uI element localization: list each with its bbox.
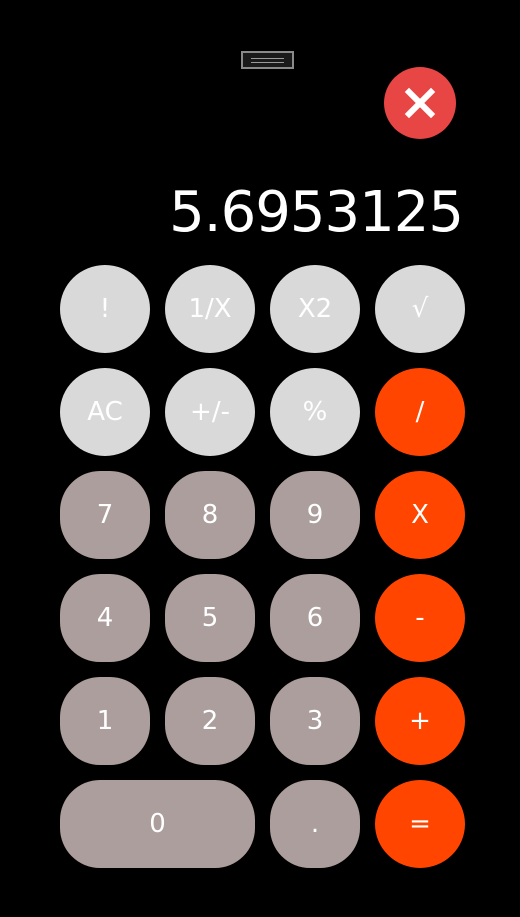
divide-button[interactable]: / (375, 368, 465, 456)
digit-3-button[interactable]: 3 (270, 677, 360, 765)
digit-6-button[interactable]: 6 (270, 574, 360, 662)
digit-5-button[interactable]: 5 (165, 574, 255, 662)
digit-0-button[interactable]: 0 (60, 780, 255, 868)
digit-9-button[interactable]: 9 (270, 471, 360, 559)
close-icon (404, 87, 436, 119)
digit-1-button[interactable]: 1 (60, 677, 150, 765)
equals-button[interactable]: = (375, 780, 465, 868)
add-button[interactable]: + (375, 677, 465, 765)
drag-handle-icon[interactable] (241, 51, 294, 69)
digit-7-button[interactable]: 7 (60, 471, 150, 559)
decimal-button[interactable]: . (270, 780, 360, 868)
reciprocal-button[interactable]: 1/X (165, 265, 255, 353)
subtract-button[interactable]: - (375, 574, 465, 662)
negate-button[interactable]: +/- (165, 368, 255, 456)
square-root-button[interactable]: √ (375, 265, 465, 353)
factorial-button[interactable]: ! (60, 265, 150, 353)
clear-button[interactable]: AC (60, 368, 150, 456)
square-button[interactable]: X2 (270, 265, 360, 353)
percent-button[interactable]: % (270, 368, 360, 456)
result-display: 5.6953125 (169, 180, 464, 245)
digit-2-button[interactable]: 2 (165, 677, 255, 765)
multiply-button[interactable]: X (375, 471, 465, 559)
digit-8-button[interactable]: 8 (165, 471, 255, 559)
digit-4-button[interactable]: 4 (60, 574, 150, 662)
close-button[interactable] (384, 67, 456, 139)
